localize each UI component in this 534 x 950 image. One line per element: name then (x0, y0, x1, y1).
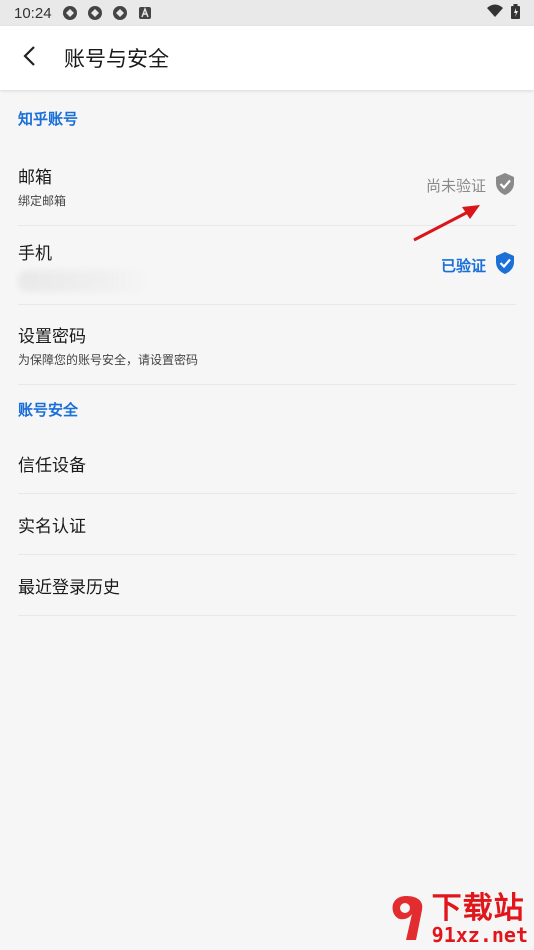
login-history-label: 最近登录历史 (18, 577, 120, 598)
battery-icon (511, 3, 520, 23)
login-history-row[interactable]: 最近登录历史 (18, 555, 516, 616)
watermark: 下载站 91xz.net (386, 894, 528, 946)
page-title: 账号与安全 (64, 47, 169, 71)
shield-check-icon (494, 251, 516, 279)
back-button[interactable] (0, 26, 60, 90)
email-status: 尚未验证 (425, 177, 486, 195)
email-title: 邮箱 (18, 167, 52, 188)
phone-row[interactable]: 手机 已验证 (18, 226, 516, 305)
password-row[interactable]: 设置密码 为保障您的账号安全，请设置密码 (18, 305, 516, 385)
trusted-devices-row[interactable]: 信任设备 (18, 433, 516, 494)
sync-icon (112, 5, 128, 21)
real-name-auth-label: 实名认证 (18, 516, 86, 537)
watermark-url: 91xz.net (431, 923, 528, 947)
phone-status: 已验证 (440, 256, 486, 275)
a-icon (137, 5, 153, 21)
sync-icon (87, 5, 103, 21)
shield-check-icon (494, 172, 516, 200)
section-header-security: 账号安全 (18, 400, 79, 419)
email-subtitle: 绑定邮箱 (18, 193, 67, 208)
real-name-auth-row[interactable]: 实名认证 (18, 494, 516, 555)
section-header-account: 知乎账号 (18, 109, 79, 128)
app-bar: 账号与安全 (0, 26, 534, 90)
chevron-left-icon (20, 45, 40, 71)
status-time: 10:24 (14, 4, 52, 22)
status-bar: 10:24 (0, 0, 534, 26)
password-subtitle: 为保障您的账号安全，请设置密码 (18, 352, 199, 367)
phone-number-blurred (18, 269, 148, 292)
sync-icon (62, 5, 78, 21)
watermark-logo-icon (386, 894, 426, 946)
password-title: 设置密码 (18, 326, 86, 347)
watermark-title: 下载站 (431, 891, 525, 926)
phone-title: 手机 (18, 243, 52, 264)
wifi-icon (487, 4, 503, 22)
trusted-devices-label: 信任设备 (18, 455, 86, 476)
email-row[interactable]: 邮箱 绑定邮箱 尚未验证 (18, 146, 516, 226)
